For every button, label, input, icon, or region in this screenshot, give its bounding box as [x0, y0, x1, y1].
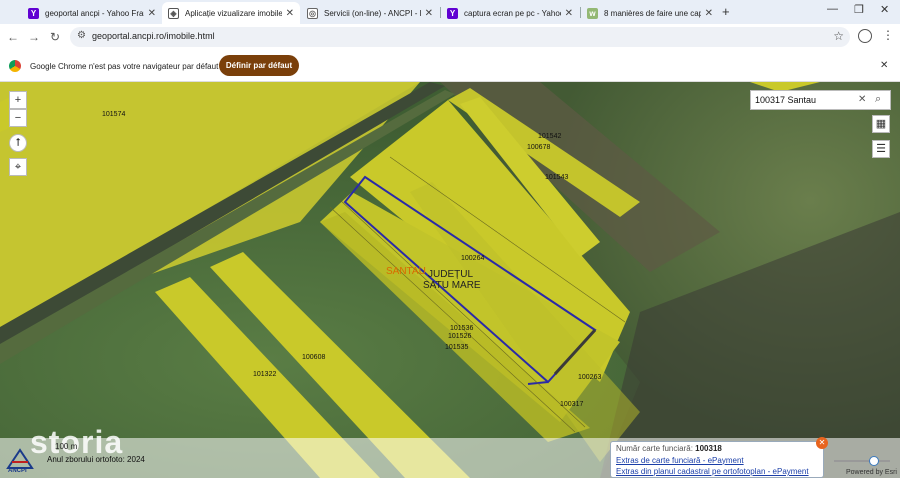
yahoo-icon: Y [28, 7, 39, 19]
close-popup-icon[interactable]: ✕ [816, 437, 828, 449]
layer-list-icon[interactable]: ☰ [872, 140, 890, 158]
parcel-label: 101535 [445, 344, 469, 351]
parcel-label: 100317 [560, 401, 584, 408]
map-view[interactable]: + − ⭡ ⌖ 100317 Santau ✕ ⌕ ▦ ☰ 101574 101… [0, 82, 900, 478]
url-text: geoportal.ancpi.ro/imobile.html [92, 31, 215, 41]
parcel-label: 100263 [578, 374, 602, 381]
close-tab-icon[interactable]: ✕ [425, 8, 433, 19]
tab-wikihow[interactable]: w 8 manières de faire une captur ✕ [581, 2, 719, 24]
search-box[interactable]: 100317 Santau ✕ ⌕ [750, 90, 891, 110]
tab-title: geoportal ancpi - Yahoo France [45, 8, 144, 18]
county-label: SATU MARE [423, 280, 481, 291]
close-tab-icon[interactable]: ✕ [286, 8, 294, 19]
geoportal-icon: ◈ [168, 7, 179, 19]
basemap-gallery-icon[interactable]: ▦ [872, 115, 890, 133]
tab-title: Servicii (on-line) - ANCPI - Extra [324, 8, 421, 18]
carte-funciara-number: 100318 [695, 444, 722, 453]
extras-plan-cadastral-link[interactable]: Extras din planul cadastral pe ortofotop… [616, 466, 818, 478]
address-bar-row: ← → ↻ ⚙ geoportal.ancpi.ro/imobile.html … [0, 24, 900, 50]
county-label: JUDEȚUL [428, 269, 474, 280]
ortofoto-year: Anul zborului ortofoto: 2024 [47, 455, 145, 464]
chrome-icon [9, 60, 21, 72]
site-settings-icon[interactable]: ⚙ [77, 30, 86, 41]
tab-yahoo-captura[interactable]: Y captura ecran pe pc - Yahoo Fr ✕ [441, 2, 579, 24]
locate-icon[interactable]: ⌖ [9, 158, 27, 176]
forward-icon[interactable]: → [26, 29, 42, 45]
parcel-label: 101574 [102, 111, 126, 118]
set-default-button[interactable]: Définir par défaut [219, 55, 299, 76]
yahoo-icon: Y [447, 7, 458, 19]
reload-icon[interactable]: ↻ [47, 29, 63, 45]
opacity-slider-handle[interactable] [869, 456, 879, 466]
new-tab-icon[interactable]: + [722, 4, 730, 19]
wikihow-icon: w [587, 7, 598, 19]
tab-yahoo-geoportal[interactable]: Y geoportal ancpi - Yahoo France ✕ [22, 2, 162, 24]
minimize-icon[interactable]: — [827, 3, 838, 15]
scale-bar-label: 100 m [55, 442, 78, 451]
parcel-label: 101543 [545, 174, 569, 181]
close-tab-icon[interactable]: ✕ [705, 8, 713, 19]
extras-carte-funciara-link[interactable]: Extras de carte funciară - ePayment [616, 455, 818, 467]
menu-icon[interactable]: ⋮ [882, 28, 894, 42]
tab-aplicatie[interactable]: ◈ Aplicație vizualizare imobile ✕ [162, 2, 300, 24]
tab-title: Aplicație vizualizare imobile [185, 8, 282, 18]
browser-tab-bar: Y geoportal ancpi - Yahoo France ✕ ◈ Apl… [0, 0, 900, 24]
tab-title: 8 manières de faire une captur [604, 8, 701, 18]
tab-servicii[interactable]: ◎ Servicii (on-line) - ANCPI - Extra ✕ [301, 2, 439, 24]
opacity-slider-track[interactable] [834, 460, 890, 462]
parcel-label: 101542 [538, 133, 562, 140]
zoom-in-button[interactable]: + [9, 91, 27, 109]
tab-title: captura ecran pe pc - Yahoo Fr [464, 8, 561, 18]
infobar-message: Google Chrome n'est pas votre navigateur… [30, 62, 219, 71]
clear-search-icon[interactable]: ✕ [858, 94, 866, 105]
esri-attribution: Powered by Esri [846, 469, 897, 476]
parcel-label: 101526 [448, 333, 472, 340]
parcel-label: 100608 [302, 354, 326, 361]
ancpi-logo-text: ANCPI [8, 468, 27, 474]
url-field[interactable]: ⚙ geoportal.ancpi.ro/imobile.html ☆ [70, 27, 850, 47]
carte-funciara-line: Număr carte funciară: 100318 [616, 443, 818, 455]
parcel-label: 100264 [461, 255, 485, 262]
parcel-info-popup: Număr carte funciară: 100318 Extras de c… [610, 441, 824, 478]
locality-label: SANTAU [386, 266, 426, 277]
parcel-label: 101322 [253, 371, 277, 378]
default-browser-infobar: Google Chrome n'est pas votre navigateur… [0, 50, 900, 82]
carte-funciara-label: Număr carte funciară: [616, 444, 693, 453]
parcel-label: 101536 [450, 325, 474, 332]
bookmark-star-icon[interactable]: ☆ [833, 29, 844, 43]
close-infobar-icon[interactable]: ✕ [880, 60, 888, 71]
back-icon[interactable]: ← [5, 29, 21, 45]
search-icon[interactable]: ⌕ [875, 93, 881, 106]
parcel-label: 100678 [527, 144, 551, 151]
close-tab-icon[interactable]: ✕ [148, 8, 156, 19]
close-tab-icon[interactable]: ✕ [565, 8, 573, 19]
compass-icon[interactable]: ⭡ [9, 134, 27, 152]
close-window-icon[interactable]: ✕ [880, 3, 889, 16]
search-input[interactable]: 100317 Santau [755, 95, 816, 105]
zoom-out-button[interactable]: − [9, 109, 27, 127]
maximize-icon[interactable]: ❐ [854, 3, 864, 16]
profile-icon[interactable] [858, 29, 872, 43]
globe-icon: ◎ [307, 7, 318, 19]
